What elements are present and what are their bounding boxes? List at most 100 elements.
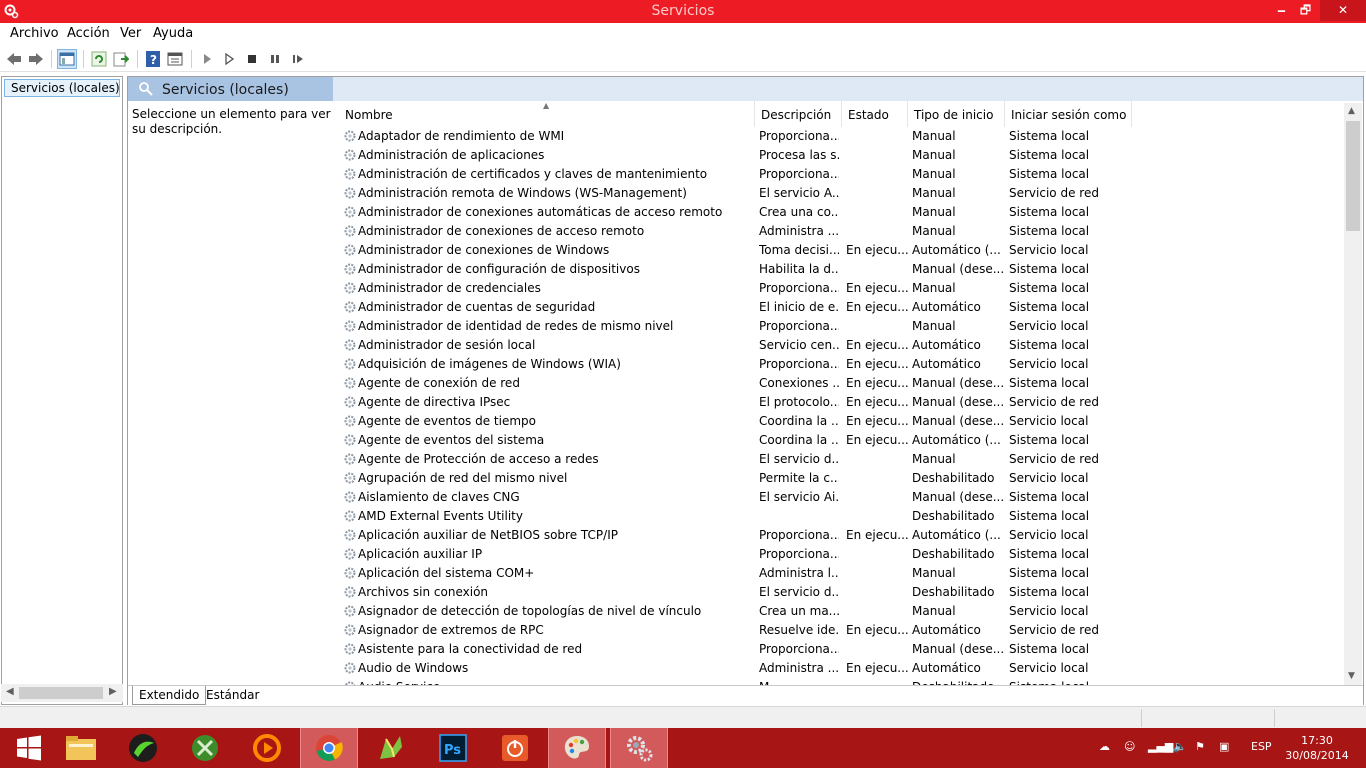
service-row[interactable]: Audio de Windows Administra ... En ejecu..…	[338, 659, 1350, 678]
service-row[interactable]: Administrador de sesión local Servicio ce…	[338, 336, 1350, 355]
menu-ayuda[interactable]: Ayuda	[153, 26, 193, 41]
column-header-name[interactable]: Nombre	[338, 101, 755, 127]
service-row[interactable]: Aislamiento de claves CNG El servicio Ai.…	[338, 488, 1350, 507]
menu-accion[interactable]: Acción	[67, 26, 110, 41]
start-button[interactable]	[0, 728, 58, 768]
toolbar: ?	[0, 45, 1366, 72]
service-row[interactable]: Administrador de identidad de redes de m…	[338, 317, 1350, 336]
stop-icon	[248, 55, 256, 63]
tree-horizontal-scrollbar[interactable]: ◀ ▶	[1, 684, 123, 702]
minimize-button[interactable]: 🗕	[1268, 0, 1295, 21]
service-row[interactable]: Agente de conexión de red Conexiones ... E…	[338, 374, 1350, 393]
service-row[interactable]: Agrupación de red del mismo nivel Permite…	[338, 469, 1350, 488]
taskbar-power-app[interactable]	[486, 728, 544, 768]
service-row[interactable]: Agente de eventos del sistema Coordina la…	[338, 431, 1350, 450]
service-row[interactable]: Administrador de cuentas de seguridad El …	[338, 298, 1350, 317]
forward-button[interactable]	[26, 49, 46, 69]
green-app-icon	[129, 734, 157, 762]
people-icon[interactable]: ☺	[1124, 740, 1135, 753]
service-row[interactable]: Administración remota de Windows (WS-Man…	[338, 184, 1350, 203]
export-list-button[interactable]	[111, 49, 131, 69]
palette-icon	[564, 736, 589, 759]
service-description: Crea una co...	[759, 205, 839, 219]
start-service-button[interactable]	[197, 49, 217, 69]
help-button[interactable]: ?	[143, 49, 163, 69]
restart-service-button[interactable]	[288, 49, 308, 69]
taskbar-paint-app[interactable]	[548, 728, 606, 768]
service-row[interactable]: Adquisición de imágenes de Windows (WIA)…	[338, 355, 1350, 374]
column-header-startup-type[interactable]: Tipo de inicio	[908, 101, 1005, 127]
service-row[interactable]: Administración de aplicaciones Procesa la…	[338, 146, 1350, 165]
refresh-button[interactable]	[89, 49, 109, 69]
maximize-button[interactable]: 🗗	[1292, 0, 1319, 21]
service-log-on-as: Sistema local	[1009, 148, 1090, 162]
service-row[interactable]: Asignador de detección de topologías de …	[338, 602, 1350, 621]
taskbar-file-explorer[interactable]	[52, 728, 110, 768]
close-button[interactable]: ✕	[1320, 0, 1366, 21]
back-button[interactable]	[4, 49, 24, 69]
display-icon[interactable]: ▣	[1219, 740, 1229, 753]
clock[interactable]: 17:30 30/08/2014	[1282, 733, 1352, 763]
show-hide-tree-button[interactable]	[57, 49, 77, 69]
service-row[interactable]: Aplicación auxiliar IP Proporciona... Desh…	[338, 545, 1350, 564]
menu-archivo[interactable]: Archivo	[10, 26, 59, 41]
action-center-flag-icon[interactable]: ⚑	[1195, 740, 1205, 753]
service-row[interactable]: Administrador de credenciales Proporciona…	[338, 279, 1350, 298]
service-row[interactable]: Asistente para la conectividad de red Pro…	[338, 640, 1350, 659]
service-row[interactable]: Administración de certificados y claves …	[338, 165, 1350, 184]
start-service-alt-button[interactable]	[219, 49, 239, 69]
service-row[interactable]: Aplicación del sistema COM+ Administra l.…	[338, 564, 1350, 583]
service-row[interactable]: Administrador de conexiones automáticas …	[338, 203, 1350, 222]
service-name: Aplicación auxiliar IP	[358, 547, 483, 561]
scroll-thumb[interactable]	[1346, 121, 1360, 231]
list-vertical-scrollbar[interactable]: ▲ ▼	[1344, 103, 1362, 685]
taskbar-services[interactable]	[610, 728, 668, 768]
gear-icon	[344, 624, 356, 636]
stop-service-button[interactable]	[242, 49, 262, 69]
service-row[interactable]: Administrador de configuración de dispos…	[338, 260, 1350, 279]
help-icon: ?	[146, 51, 160, 67]
gear-icon	[344, 320, 356, 332]
service-row[interactable]: Asignador de extremos de RPC Resuelve ide…	[338, 621, 1350, 640]
taskbar-game-app[interactable]	[362, 728, 420, 768]
pause-service-button[interactable]	[265, 49, 285, 69]
column-header-description[interactable]: Descripción	[755, 101, 842, 127]
taskbar-xbox-app[interactable]	[176, 728, 234, 768]
scroll-thumb[interactable]	[19, 687, 103, 699]
service-description: Administra ...	[759, 661, 839, 675]
service-row[interactable]: Administrador de conexiones de Windows To…	[338, 241, 1350, 260]
column-header-status[interactable]: Estado	[842, 101, 908, 127]
tab-estandar[interactable]: Estándar	[200, 686, 265, 705]
network-signal-icon[interactable]: ▂▄▆	[1148, 740, 1173, 753]
taskbar-green-app[interactable]	[114, 728, 172, 768]
service-row[interactable]: Agente de eventos de tiempo Coordina la .…	[338, 412, 1350, 431]
taskbar-chrome[interactable]	[300, 728, 358, 768]
menu-ver[interactable]: Ver	[120, 26, 141, 41]
service-row[interactable]: Audio ServiceM...DeshabilitadoSistema lo…	[338, 678, 1350, 685]
scroll-down-icon[interactable]: ▼	[1348, 671, 1355, 681]
scroll-left-icon[interactable]: ◀	[6, 686, 14, 697]
toolbar-separator	[51, 50, 52, 68]
tab-extendido[interactable]: Extendido	[132, 686, 207, 705]
tree-item-services-local[interactable]: Servicios (locales)	[4, 79, 120, 97]
service-row[interactable]: Agente de directiva IPsec El protocolo...…	[338, 393, 1350, 412]
service-row[interactable]: Aplicación auxiliar de NetBIOS sobre TCP…	[338, 526, 1350, 545]
taskbar-media-player[interactable]	[238, 728, 296, 768]
onedrive-icon[interactable]: ☁	[1099, 740, 1110, 753]
service-row[interactable]: Adaptador de rendimiento de WMI Proporcio…	[338, 127, 1350, 146]
service-row[interactable]: AMD External Events Utility Deshabilitado…	[338, 507, 1350, 526]
scroll-right-icon[interactable]: ▶	[109, 686, 117, 697]
scroll-up-icon[interactable]: ▲	[1348, 106, 1355, 116]
gear-icon	[344, 206, 356, 218]
service-log-on-as: Servicio de red	[1009, 452, 1099, 466]
service-status: En ejecu...	[846, 395, 908, 409]
service-row[interactable]: Agente de Protección de acceso a redes El…	[338, 450, 1350, 469]
input-language[interactable]: ESP	[1251, 740, 1272, 753]
properties-button[interactable]	[165, 49, 185, 69]
service-row[interactable]: Archivos sin conexión El servicio d... Des…	[338, 583, 1350, 602]
service-description: Coordina la ...	[759, 433, 839, 447]
service-row[interactable]: Administrador de conexiones de acceso re…	[338, 222, 1350, 241]
volume-icon[interactable]: 🔈	[1173, 740, 1187, 753]
taskbar-photoshop[interactable]: Ps	[424, 728, 482, 768]
column-header-log-on-as[interactable]: Iniciar sesión como	[1005, 101, 1132, 127]
